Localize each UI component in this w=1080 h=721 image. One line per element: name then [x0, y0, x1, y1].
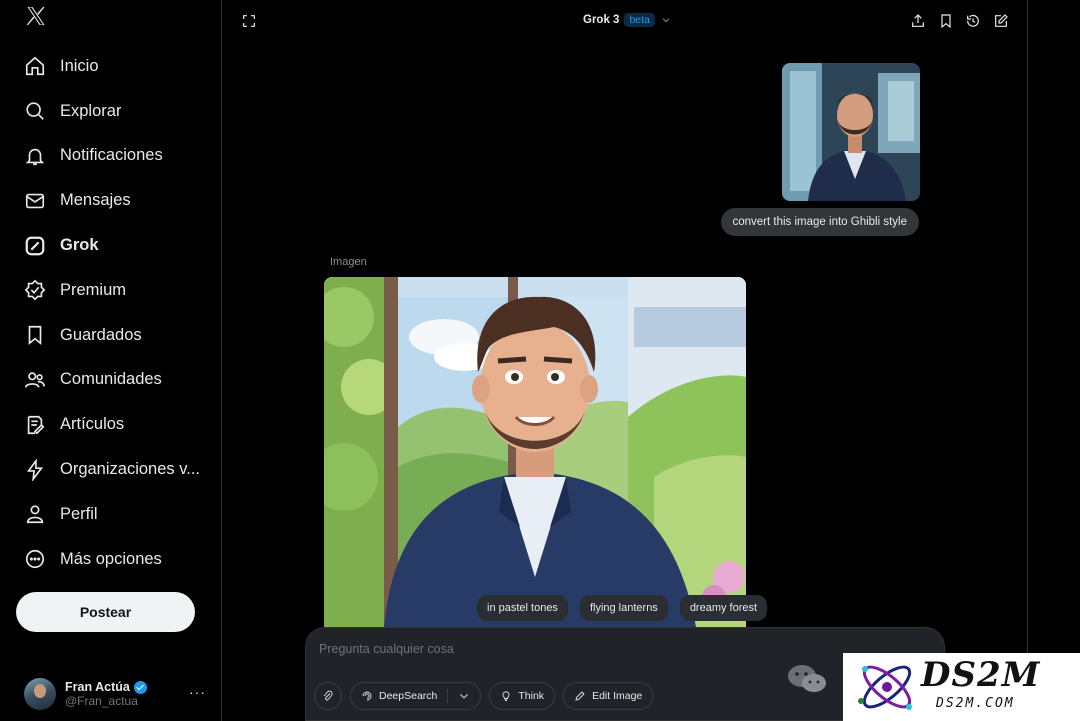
nav-label: Más opciones	[60, 549, 162, 568]
chevron-down-icon	[662, 18, 670, 23]
nav-item-explorar[interactable]: Explorar	[24, 89, 214, 134]
envelope-icon	[24, 190, 46, 212]
nav-item-premium[interactable]: Premium	[24, 268, 214, 313]
nav-label: Perfil	[60, 504, 98, 523]
deepsearch-icon	[362, 691, 372, 701]
uploaded-photo-art	[782, 63, 920, 201]
generated-image-art	[324, 277, 746, 627]
lightbulb-icon	[502, 691, 510, 701]
main-nav: Inicio Explorar Notificaciones Mensajes …	[24, 44, 214, 582]
home-icon	[24, 55, 46, 77]
composer-toolbar: DeepSearch Think Edit Image	[314, 682, 654, 710]
lightning-icon	[24, 458, 46, 481]
think-label: Think	[518, 690, 545, 702]
deepsearch-button[interactable]: DeepSearch	[350, 682, 482, 710]
deepsearch-label: DeepSearch	[379, 690, 438, 702]
badge-check-icon	[24, 279, 46, 301]
response-label: Imagen	[330, 256, 367, 268]
watermark-url: DS2M.COM	[936, 696, 1015, 711]
think-button[interactable]: Think	[489, 682, 556, 710]
nav-item-inicio[interactable]: Inicio	[24, 44, 214, 89]
chevron-down-icon[interactable]	[458, 690, 470, 702]
x-logo-icon[interactable]	[24, 4, 48, 28]
pencil-icon	[575, 691, 585, 701]
verified-badge-icon	[133, 680, 147, 694]
generated-image[interactable]	[324, 277, 746, 627]
user-message-bubble: convert this image into Ghibli style	[720, 208, 919, 236]
watermark-title: DS2M	[921, 655, 1041, 695]
post-button[interactable]: Postear	[16, 592, 195, 632]
grok-chat-panel: Grok 3 beta convert this image into Ghib…	[222, 0, 1028, 721]
nav-item-articulos[interactable]: Artículos	[24, 402, 214, 447]
atom-logo-icon	[858, 665, 912, 710]
prompt-input[interactable]	[319, 642, 739, 656]
nav-item-comunidades[interactable]: Comunidades	[24, 358, 214, 403]
avatar	[24, 678, 56, 710]
nav-label: Guardados	[60, 325, 142, 344]
share-icon[interactable]	[910, 13, 926, 29]
nav-item-organizaciones[interactable]: Organizaciones v...	[24, 447, 214, 492]
bell-icon	[24, 145, 46, 167]
attach-button[interactable]	[314, 682, 342, 710]
nav-label: Mensajes	[60, 191, 131, 210]
bookmark-icon[interactable]	[938, 13, 954, 29]
profile-handle: @Fran_actua	[65, 694, 138, 708]
more-circle-icon	[24, 548, 46, 570]
model-selector[interactable]: Grok 3 beta	[583, 13, 671, 27]
edit-image-button[interactable]: Edit Image	[563, 682, 654, 710]
nav-label: Organizaciones v...	[60, 460, 200, 479]
search-icon	[24, 100, 46, 122]
nav-label: Comunidades	[60, 370, 162, 389]
nav-item-grok[interactable]: Grok	[24, 223, 214, 268]
nav-label: Notificaciones	[60, 146, 163, 165]
article-icon	[24, 414, 46, 436]
model-name: Grok 3	[583, 14, 620, 26]
nav-label: Grok	[60, 236, 99, 255]
nav-item-mas-opciones[interactable]: Más opciones	[24, 537, 214, 582]
nav-label: Inicio	[60, 56, 99, 75]
divider	[447, 689, 449, 703]
bookmark-icon	[24, 324, 46, 346]
edit-image-label: Edit Image	[592, 690, 643, 702]
person-icon	[24, 503, 46, 525]
nav-label: Explorar	[60, 101, 122, 120]
paperclip-icon	[323, 690, 333, 701]
beta-badge: beta	[624, 13, 655, 27]
suggestion-chip[interactable]: dreamy forest	[679, 595, 768, 621]
wechat-watermark-icon	[788, 665, 826, 692]
more-dots-icon[interactable]: ···	[189, 684, 206, 700]
profile-name: Fran Actúa	[65, 680, 130, 694]
nav-item-mensajes[interactable]: Mensajes	[24, 178, 214, 223]
watermark: DS2M DS2M.COM	[843, 653, 1080, 721]
nav-label: Artículos	[60, 415, 125, 434]
grok-icon	[24, 235, 46, 257]
people-icon	[24, 369, 46, 391]
suggestion-chip[interactable]: flying lanterns	[579, 595, 668, 621]
nav-item-perfil[interactable]: Perfil	[24, 492, 214, 537]
account-switcher[interactable]: Fran Actúa @Fran_actua ···	[24, 676, 214, 712]
nav-item-notificaciones[interactable]: Notificaciones	[24, 134, 214, 179]
profile-name-row: Fran Actúa	[65, 680, 147, 694]
expand-icon[interactable]	[241, 13, 257, 29]
suggestion-chips: in pastel tones flying lanterns dreamy f…	[477, 595, 768, 621]
suggestion-chip[interactable]: in pastel tones	[477, 595, 568, 621]
uploaded-photo[interactable]	[782, 63, 920, 201]
nav-item-guardados[interactable]: Guardados	[24, 313, 214, 358]
new-chat-icon[interactable]	[993, 13, 1009, 29]
nav-label: Premium	[60, 280, 127, 299]
sidebar: Inicio Explorar Notificaciones Mensajes …	[0, 0, 222, 721]
history-icon[interactable]	[965, 13, 981, 29]
